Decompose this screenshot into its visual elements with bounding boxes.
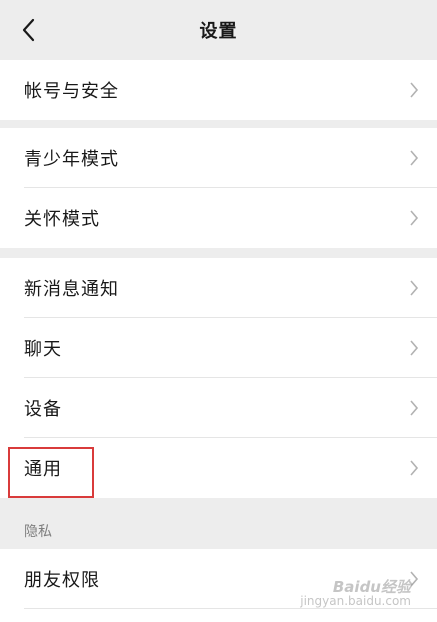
chevron-right-icon xyxy=(409,279,419,297)
divider xyxy=(24,608,437,609)
menu-item-label: 关怀模式 xyxy=(24,209,100,230)
menu-item-devices[interactable]: 设备 xyxy=(0,378,437,438)
top-nav-bar: 设置 xyxy=(0,0,437,60)
chevron-right-icon xyxy=(409,339,419,357)
menu-item-label: 帐号与安全 xyxy=(24,81,119,102)
watermark-logo: Baidu经验 xyxy=(332,578,411,596)
modes-group: 青少年模式 关怀模式 xyxy=(0,128,437,248)
chevron-right-icon xyxy=(409,399,419,417)
chevron-right-icon xyxy=(409,459,419,477)
menu-item-label: 朋友权限 xyxy=(24,570,100,591)
menu-item-label: 青少年模式 xyxy=(24,149,119,170)
highlight-box xyxy=(8,447,94,498)
page-title: 设置 xyxy=(199,21,238,42)
menu-item-account-security[interactable]: 帐号与安全 xyxy=(0,60,437,120)
menu-item-chat[interactable]: 聊天 xyxy=(0,318,437,378)
menu-item-teen-mode[interactable]: 青少年模式 xyxy=(0,128,437,188)
menu-item-label: 新消息通知 xyxy=(24,279,119,300)
menu-item-label: 聊天 xyxy=(24,339,62,360)
section-header-privacy: 隐私 xyxy=(24,524,52,540)
chevron-right-icon xyxy=(409,81,419,99)
watermark-url: jingyan.baidu.com xyxy=(300,594,411,608)
chevron-right-icon xyxy=(409,209,419,227)
menu-item-care-mode[interactable]: 关怀模式 xyxy=(0,188,437,248)
settings-page: 设置 帐号与安全 青少年模式 关怀模式 新消息通知 聊天 设备 通用 隐私 朋友… xyxy=(0,0,437,622)
chevron-right-icon xyxy=(409,149,419,167)
menu-item-label: 设备 xyxy=(24,399,62,420)
menu-item-new-message-notifications[interactable]: 新消息通知 xyxy=(0,258,437,318)
watermark: Baidu经验 jingyan.baidu.com xyxy=(300,578,411,609)
account-group: 帐号与安全 xyxy=(0,60,437,120)
